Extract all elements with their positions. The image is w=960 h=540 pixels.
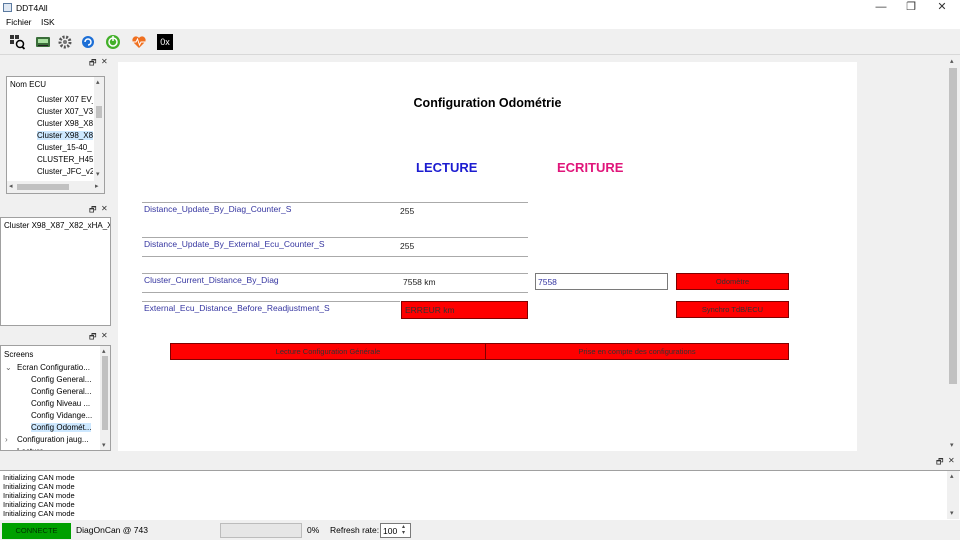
dock-float-icon[interactable]: 🗗 [89,204,97,218]
param-label: External_Ecu_Distance_Before_Readjustmen… [144,303,330,313]
refresh-rate-label: Refresh rate: [330,525,380,535]
ecu-list-item[interactable]: Cluster X07 EV_ [37,95,93,104]
ecu-list-scrollbar[interactable]: ▴ ▾ [94,77,104,181]
screens-header: Screens [4,350,34,359]
log-line: Initializing CAN mode [3,473,75,482]
log-line: Initializing CAN mode [3,509,75,518]
screen-tree-item[interactable]: Config Niveau ... [31,399,90,408]
screen-tree-item[interactable]: Config General... [31,387,91,396]
read-general-config-button[interactable]: Lecture Configuration Générale [170,343,486,360]
screen-tree-item[interactable]: Lecture [17,447,44,450]
screen-tree-item[interactable]: Config General... [31,375,91,384]
dock-float-icon[interactable]: 🗗 [89,331,97,345]
synchro-button[interactable]: Synchro TdB/ECU [676,301,789,318]
connection-status: CONNECTE [2,523,71,539]
refresh-icon[interactable] [80,34,96,50]
ecu-list-item[interactable]: CLUSTER_H45_ [37,155,93,164]
app-icon [3,3,12,12]
status-bar: CONNECTE DiagOnCan @ 743 0% Refresh rate… [0,520,960,540]
spin-down-icon[interactable]: ▾ [402,529,405,536]
tree-expander-icon[interactable]: › [5,435,8,444]
odometer-input[interactable]: 7558 [535,273,668,290]
ecu-list-hscrollbar[interactable]: ◂ ▸ [7,181,104,193]
heart-monitor-icon[interactable] [131,34,147,50]
progress-text: 0% [307,525,320,535]
menu-fichier[interactable]: Fichier [6,17,32,27]
title-bar: DDT4All — ❐ ✕ [0,0,960,16]
ecu-list-item[interactable]: Cluster_15-40_ [37,143,93,152]
screens-scrollbar[interactable]: ▴ ▾ [100,346,110,450]
screen-tree-item[interactable]: Ecran Configuratio... [17,363,90,372]
menu-isk[interactable]: ISK [41,17,55,27]
tree-expander-icon[interactable]: › [5,447,8,450]
screen-tree-item[interactable]: Config Vidange... [31,411,92,420]
param-label: Distance_Update_By_Diag_Counter_S [144,204,292,214]
refresh-rate-spinbox[interactable]: 100 ▴ ▾ [380,523,411,538]
screens-dock-header: 🗗 ✕ [0,331,112,343]
error-value: ERREUR km [401,301,528,319]
log-line: Initializing CAN mode [3,491,75,500]
lecture-heading: LECTURE [416,160,478,175]
param-label: Cluster_Current_Distance_By_Diag [144,275,279,285]
screen-tree-item[interactable]: Configuration jaug... [17,435,89,444]
apply-config-button[interactable]: Prise en compte des configurations [485,343,789,360]
minimize-button[interactable]: — [866,0,896,16]
protocol-label: DiagOnCan @ 743 [76,525,148,535]
ecu-list-item[interactable]: Cluster X98_X8 [37,131,93,140]
ecu-list-item[interactable]: Cluster X98_X8 [37,119,93,128]
toolbar: 0x [0,29,960,55]
param-value: 255 [400,206,415,216]
log-line: Initializing CAN mode [3,482,75,491]
ecu-list-item[interactable]: Cluster_JFC_v2 [37,167,93,176]
ecu-list-header: Nom ECU [10,80,47,89]
gear-icon[interactable] [57,34,73,50]
selected-ecu-name[interactable]: Cluster X98_X87_X82_xHA_X9 [4,221,110,230]
progress-bar [220,523,302,538]
screen-title: Configuration Odométrie [413,96,562,110]
screen-canvas: Configuration Odométrie LECTURE ECRITURE… [118,62,857,451]
dock-close-icon[interactable]: ✕ [101,57,108,66]
log-dock-header: 🗗 ✕ [0,456,960,468]
ecu-device-icon[interactable] [35,34,51,50]
main-scrollbar[interactable]: ▴ ▾ [947,56,959,451]
log-scrollbar[interactable]: ▴ ▾ [947,471,959,519]
log-panel: Initializing CAN mode Initializing CAN m… [0,470,960,520]
ecu-list-panel: Nom ECU Cluster X07 EV_ Cluster X07_V3 Clu… [6,76,105,194]
ecriture-heading: ECRITURE [557,160,624,175]
connect-icon[interactable] [105,34,121,50]
close-button[interactable]: ✕ [927,0,957,16]
refresh-rate-value: 100 [383,526,398,536]
dock-float-icon[interactable]: 🗗 [936,456,944,470]
odometer-button[interactable]: Odomètre [676,273,789,290]
selected-ecu-panel: Cluster X98_X87_X82_xHA_X9 [0,217,111,326]
scan-ecu-icon[interactable] [9,34,26,50]
dock-close-icon[interactable]: ✕ [101,204,108,213]
screens-tree-panel: Screens ⌄ Ecran Configuratio... Config Gen… [0,345,111,451]
tree-expander-icon[interactable]: ⌄ [5,363,12,372]
menu-bar: Fichier ISK [0,16,960,29]
selected-ecu-dock-header: 🗗 ✕ [0,204,112,216]
ecu-dock-header: 🗗 ✕ [0,57,112,69]
dock-float-icon[interactable]: 🗗 [89,57,97,71]
dock-close-icon[interactable]: ✕ [948,456,955,465]
hex-mode-icon[interactable]: 0x [157,34,173,50]
param-value: 255 [400,241,415,251]
ecu-list-item[interactable]: Cluster X07_V3 [37,107,93,116]
window-title: DDT4All [16,3,48,13]
restore-button[interactable]: ❐ [896,0,926,16]
param-value: 7558 km [403,277,436,287]
param-label: Distance_Update_By_External_Ecu_Counter_… [144,239,325,249]
screen-tree-item[interactable]: Config Odomét... [31,423,92,432]
dock-close-icon[interactable]: ✕ [101,331,108,340]
log-line: Initializing CAN mode [3,500,75,509]
